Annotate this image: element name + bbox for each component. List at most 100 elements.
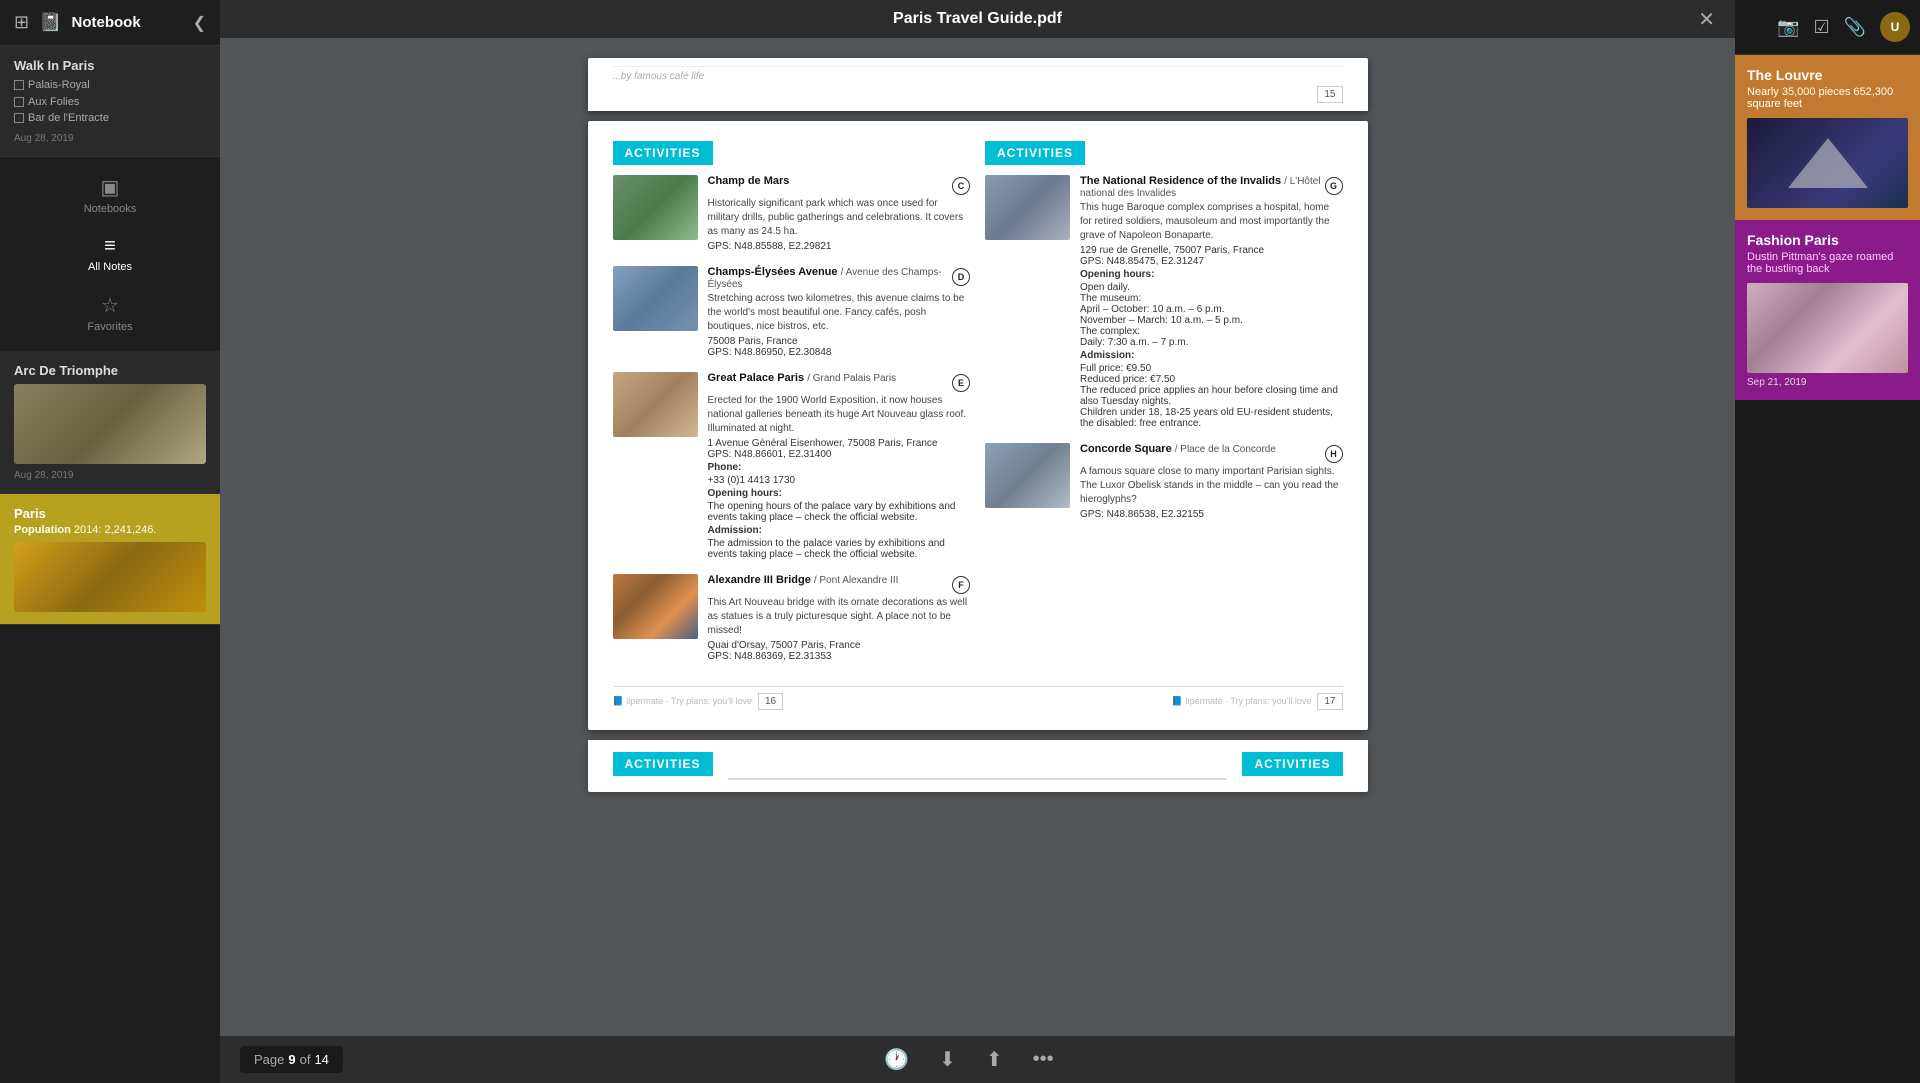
note-card-walk-in-paris[interactable]: Walk In Paris Palais-Royal Aux Folies Ba… (0, 46, 220, 157)
activities-header-right: ACTIVITIES (985, 141, 1085, 165)
activity-address: 75008 Paris, FranceGPS: N48.86950, E2.30… (708, 336, 971, 358)
footer-left: 📘 lipermate · Try plans: you'll love 16 (613, 693, 784, 710)
pyramid-shape (1788, 138, 1868, 188)
attachment-icon[interactable]: 📎 (1844, 17, 1866, 38)
favorites-label: Favorites (87, 321, 132, 333)
activity-subtitle: / Pont Alexandre III (814, 575, 899, 586)
champ-de-mars-image (613, 175, 698, 240)
concorde-image (985, 443, 1070, 508)
notebooks-label: Notebooks (84, 203, 137, 215)
right-sidebar: 📷 ☑ 📎 U The Louvre Nearly 35,000 pieces … (1735, 0, 1920, 1083)
activities-header-left: ACTIVITIES (613, 141, 713, 165)
page-num-17: 17 (1317, 693, 1342, 710)
page-label: Page (254, 1052, 284, 1067)
louvre-image (1747, 118, 1908, 208)
next-activities-left: ACTIVITIES (613, 752, 713, 776)
page-footer: 📘 lipermate · Try plans: you'll love 16 … (613, 686, 1343, 710)
activity-address: 129 rue de Grenelle, 75007 Paris, France… (1080, 245, 1343, 267)
activity-content: The National Residence of the Invalids /… (1080, 175, 1343, 429)
footer-brand-right: 📘 lipermate · Try plans: you'll love (1172, 696, 1311, 707)
sidebar-item-favorites[interactable]: ☆ Favorites (0, 285, 220, 341)
all-notes-label: All Notes (88, 261, 132, 273)
fashion-card[interactable]: Fashion Paris Dustin Pittman's gaze roam… (1735, 220, 1920, 400)
activities-left-col: ACTIVITIES Champ de Mars C Hi (613, 141, 971, 676)
activity-title: Champs-Élysées Avenue (708, 266, 838, 278)
page-current: 9 (288, 1052, 295, 1067)
activities-section: ACTIVITIES Champ de Mars C Hi (613, 141, 1343, 676)
activity-phone: +33 (0)1 4413 1730 (708, 475, 971, 486)
note-card-arc[interactable]: Arc De Triomphe Aug 28, 2019 (0, 351, 220, 494)
next-section-preview: ACTIVITIES ACTIVITIES (588, 740, 1368, 792)
champs-elysees-image (613, 266, 698, 331)
checklist-icon[interactable]: ☑ (1813, 17, 1829, 38)
pdf-toolbar: 🕐 ⬇ ⬆ ••• (884, 1047, 1053, 1072)
activity-badge-f: F (952, 576, 970, 594)
page-of: of (300, 1052, 311, 1067)
activity-hours-label: Opening hours: (708, 488, 971, 499)
invalides-image (985, 175, 1070, 240)
sidebar-item-notebooks[interactable]: ▣ Notebooks (0, 167, 220, 223)
notebook-title: Notebook (72, 14, 141, 31)
sidebar-item-all-notes[interactable]: ≡ All Notes (0, 227, 220, 281)
activity-desc: This huge Baroque complex comprises a ho… (1080, 201, 1343, 243)
pdf-close-button[interactable]: ✕ (1698, 7, 1715, 32)
avatar[interactable]: U (1880, 12, 1910, 42)
activity-badge-e: E (952, 374, 970, 392)
pdf-bottom-bar: Page 9 of 14 🕐 ⬇ ⬆ ••• (220, 1036, 1735, 1083)
activity-champs-elysees: Champs-Élysées Avenue / Avenue des Champ… (613, 266, 971, 358)
note-text: Population 2014: 2,241,246. (14, 524, 206, 536)
download-button[interactable]: ⬇ (939, 1047, 956, 1072)
clock-button[interactable]: 🕐 (884, 1047, 909, 1072)
activity-gps: GPS: N48.86538, E2.32155 (1080, 509, 1343, 520)
louvre-title: The Louvre (1747, 67, 1908, 83)
camera-icon[interactable]: 📷 (1777, 17, 1799, 38)
alexandre-image (613, 574, 698, 639)
activity-desc: Historically significant park which was … (708, 197, 971, 239)
checkbox[interactable] (14, 97, 24, 107)
right-top-bar: 📷 ☑ 📎 U (1735, 0, 1920, 55)
activity-invalides: The National Residence of the Invalids /… (985, 175, 1343, 429)
activity-badge-c: C (952, 177, 970, 195)
page-num-16: 16 (758, 693, 783, 710)
activity-phone-label: Phone: (708, 462, 971, 473)
activity-title: Champ de Mars (708, 175, 790, 187)
back-button[interactable]: ❮ (193, 13, 206, 33)
activities-right-col: ACTIVITIES The National Residence of the… (985, 141, 1343, 676)
activity-admission-label: Admission: (708, 525, 971, 536)
avatar-initials: U (1891, 20, 1900, 34)
activity-title: The National Residence of the Invalids (1080, 175, 1281, 187)
pdf-body[interactable]: ...by famous café life 15 ACTIVITIES (220, 38, 1735, 1036)
activity-desc: A famous square close to many important … (1080, 465, 1343, 507)
all-notes-icon: ≡ (104, 235, 116, 258)
notebook-icon: 📓 (39, 12, 61, 33)
notebooks-icon: ▣ (101, 175, 120, 200)
activity-content: Concorde Square / Place de la Concorde H… (1080, 443, 1343, 520)
pdf-header: Paris Travel Guide.pdf ✕ (220, 0, 1735, 38)
checkbox[interactable] (14, 80, 24, 90)
fashion-title: Fashion Paris (1747, 232, 1908, 248)
activity-title: Concorde Square (1080, 443, 1172, 455)
share-button[interactable]: ⬆ (986, 1047, 1003, 1072)
note-title: Arc De Triomphe (14, 363, 206, 378)
activity-hours: The opening hours of the palace vary by … (708, 501, 971, 523)
activity-desc: Stretching across two kilometres, this a… (708, 292, 971, 334)
louvre-text: Nearly 35,000 pieces 652,300 square feet (1747, 86, 1908, 110)
activity-hours-label: Opening hours: (1080, 269, 1343, 280)
favorites-icon: ☆ (101, 293, 119, 318)
note-checklist: Palais-Royal Aux Folies Bar de l'Entract… (14, 77, 206, 127)
checkbox[interactable] (14, 113, 24, 123)
activity-concorde: Concorde Square / Place de la Concorde H… (985, 443, 1343, 520)
activity-address: Quai d'Orsay, 75007 Paris, FranceGPS: N4… (708, 640, 971, 662)
activity-content: Champ de Mars C Historically significant… (708, 175, 971, 252)
note-card-paris[interactable]: Paris Population 2014: 2,241,246. (0, 494, 220, 625)
activity-badge-g: G (1325, 177, 1343, 195)
more-button[interactable]: ••• (1033, 1048, 1054, 1071)
louvre-card[interactable]: The Louvre Nearly 35,000 pieces 652,300 … (1735, 55, 1920, 220)
pdf-viewer: Paris Travel Guide.pdf ✕ ...by famous ca… (220, 0, 1735, 1083)
activity-alexandre: Alexandre III Bridge / Pont Alexandre II… (613, 574, 971, 662)
left-sidebar: ⊞ 📓 Notebook ❮ Walk In Paris Palais-Roya… (0, 0, 220, 1083)
grid-icon[interactable]: ⊞ (14, 12, 29, 33)
activity-grand-palais: Great Palace Paris / Grand Palais Paris … (613, 372, 971, 560)
pdf-title: Paris Travel Guide.pdf (893, 10, 1062, 28)
sidebar-top-bar: ⊞ 📓 Notebook ❮ (0, 0, 220, 46)
